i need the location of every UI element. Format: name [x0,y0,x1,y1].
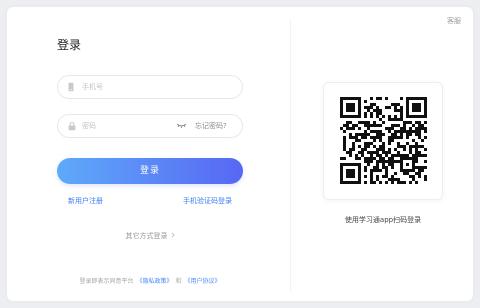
qr-modules [340,97,427,184]
agreement-conjunction: 和 [175,278,182,285]
lock-icon [68,122,76,131]
login-button[interactable]: 登录 [57,158,243,184]
agreement-prefix: 登录即表示同意平台 [79,278,134,285]
register-link[interactable]: 新用户注册 [68,197,103,206]
phone-icon [68,82,74,92]
qr-code-icon [340,97,427,184]
password-field[interactable]: 忘记密码? [57,114,243,138]
qr-login-caption: 使用学习通app扫码登录 [344,216,422,224]
sms-login-link[interactable]: 手机验证码登录 [183,197,232,206]
privacy-policy-link[interactable]: 《隐私政策》 [136,278,172,285]
other-login-methods-label[interactable]: 其它方式登录 [126,232,168,240]
phone-input[interactable] [82,76,172,98]
user-agreement-link[interactable]: 《用户协议》 [185,278,221,285]
chevron-right-icon [171,232,175,238]
page-title: 登录 [57,38,82,52]
other-login-methods[interactable]: 其它方式登录 [57,232,243,241]
qr-code-panel [323,82,443,200]
customer-service-link[interactable]: 客服 [447,17,461,26]
agreement-notice: 登录即表示同意平台 《隐私政策》和《用户协议》 [57,278,243,286]
panel-divider [290,19,291,291]
phone-field[interactable] [57,75,243,99]
login-card: 登录 忘记密码? 登录 新用户注册 手机验证码登录 其它方式 [7,7,473,301]
forgot-password-link[interactable]: 忘记密码? [195,115,227,137]
eye-closed-icon[interactable] [176,123,187,129]
password-input[interactable] [82,115,172,137]
